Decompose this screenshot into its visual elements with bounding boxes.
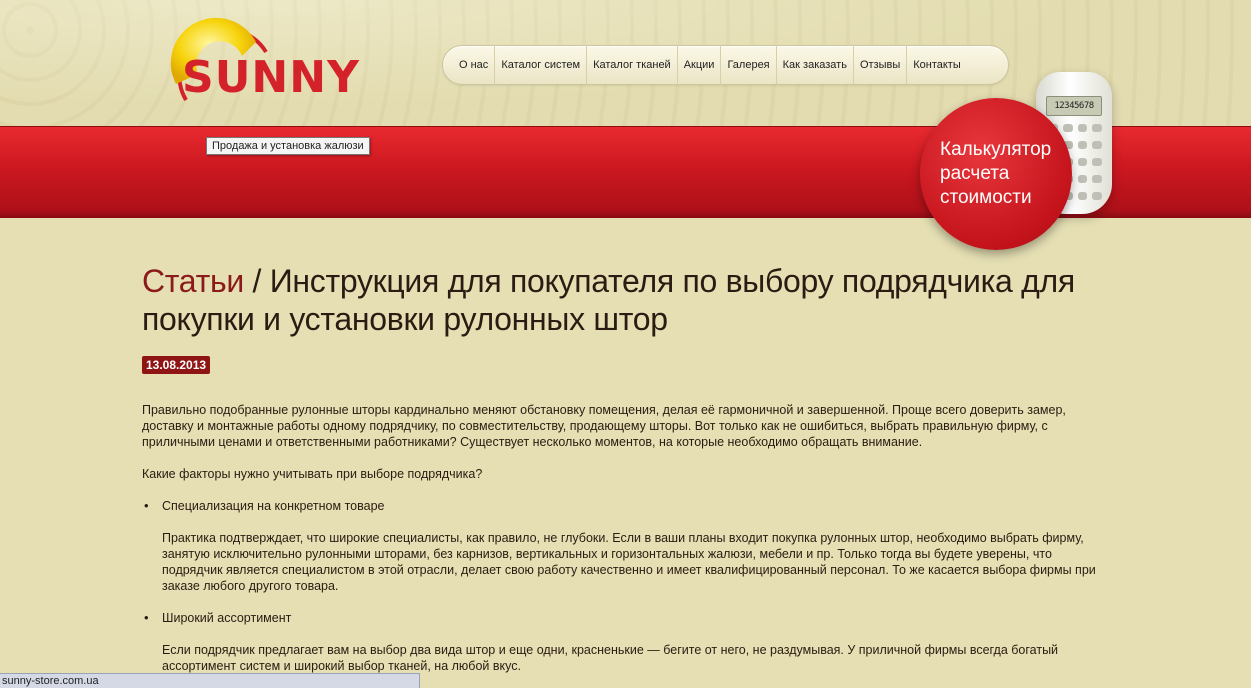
list-item: Широкий ассортимент Если подрядчик предл… [142, 610, 1112, 674]
article-question: Какие факторы нужно учитывать при выборе… [142, 467, 483, 481]
nav-item-how-to-order[interactable]: Как заказать [777, 45, 854, 85]
cost-calculator-button[interactable]: Калькулятор расчета стоимости [920, 98, 1072, 250]
nav-item-gallery[interactable]: Галерея [721, 45, 777, 85]
browser-status-bar: sunny-store.com.ua [0, 673, 420, 688]
logo-tooltip: Продажа и установка жалюзи [206, 137, 370, 155]
cost-calculator-label: Калькулятор расчета стоимости [940, 139, 1052, 208]
nav-item-contacts[interactable]: Контакты [907, 45, 967, 85]
nav-item-promotions[interactable]: Акции [678, 45, 722, 85]
breadcrumb-separator: / [243, 263, 270, 299]
calculator-screen: 12345678 [1046, 96, 1102, 116]
breadcrumb-articles[interactable]: Статьи [142, 263, 244, 299]
article-date: 13.08.2013 [142, 356, 211, 374]
site-logo[interactable]: SUNNY [146, 12, 376, 112]
list-item: Специализация на конкретном товаре Практ… [142, 498, 1112, 594]
factors-list: Специализация на конкретном товаре Практ… [142, 498, 1112, 674]
article-title: Инструкция для покупателя по выбору подр… [142, 263, 1075, 337]
logo-text: SUNNY [182, 52, 360, 103]
factor-title: Специализация на конкретном товаре [162, 499, 385, 513]
nav-item-systems-catalog[interactable]: Каталог систем [495, 45, 588, 85]
page-title: Статьи / Инструкция для покупателя по вы… [142, 262, 1112, 338]
nav-item-about[interactable]: О нас [453, 45, 496, 85]
nav-item-reviews[interactable]: Отзывы [854, 45, 908, 85]
factor-title: Широкий ассортимент [162, 611, 292, 625]
factor-text: Практика подтверждает, что широкие специ… [162, 531, 1096, 593]
article: Статьи / Инструкция для покупателя по вы… [142, 262, 1112, 674]
article-intro: Правильно подобранные рулонные шторы кар… [142, 403, 1066, 449]
main-nav: О нас Каталог систем Каталог тканей Акци… [442, 45, 1009, 85]
nav-item-fabrics-catalog[interactable]: Каталог тканей [587, 45, 678, 85]
factor-text: Если подрядчик предлагает вам на выбор д… [162, 643, 1059, 673]
